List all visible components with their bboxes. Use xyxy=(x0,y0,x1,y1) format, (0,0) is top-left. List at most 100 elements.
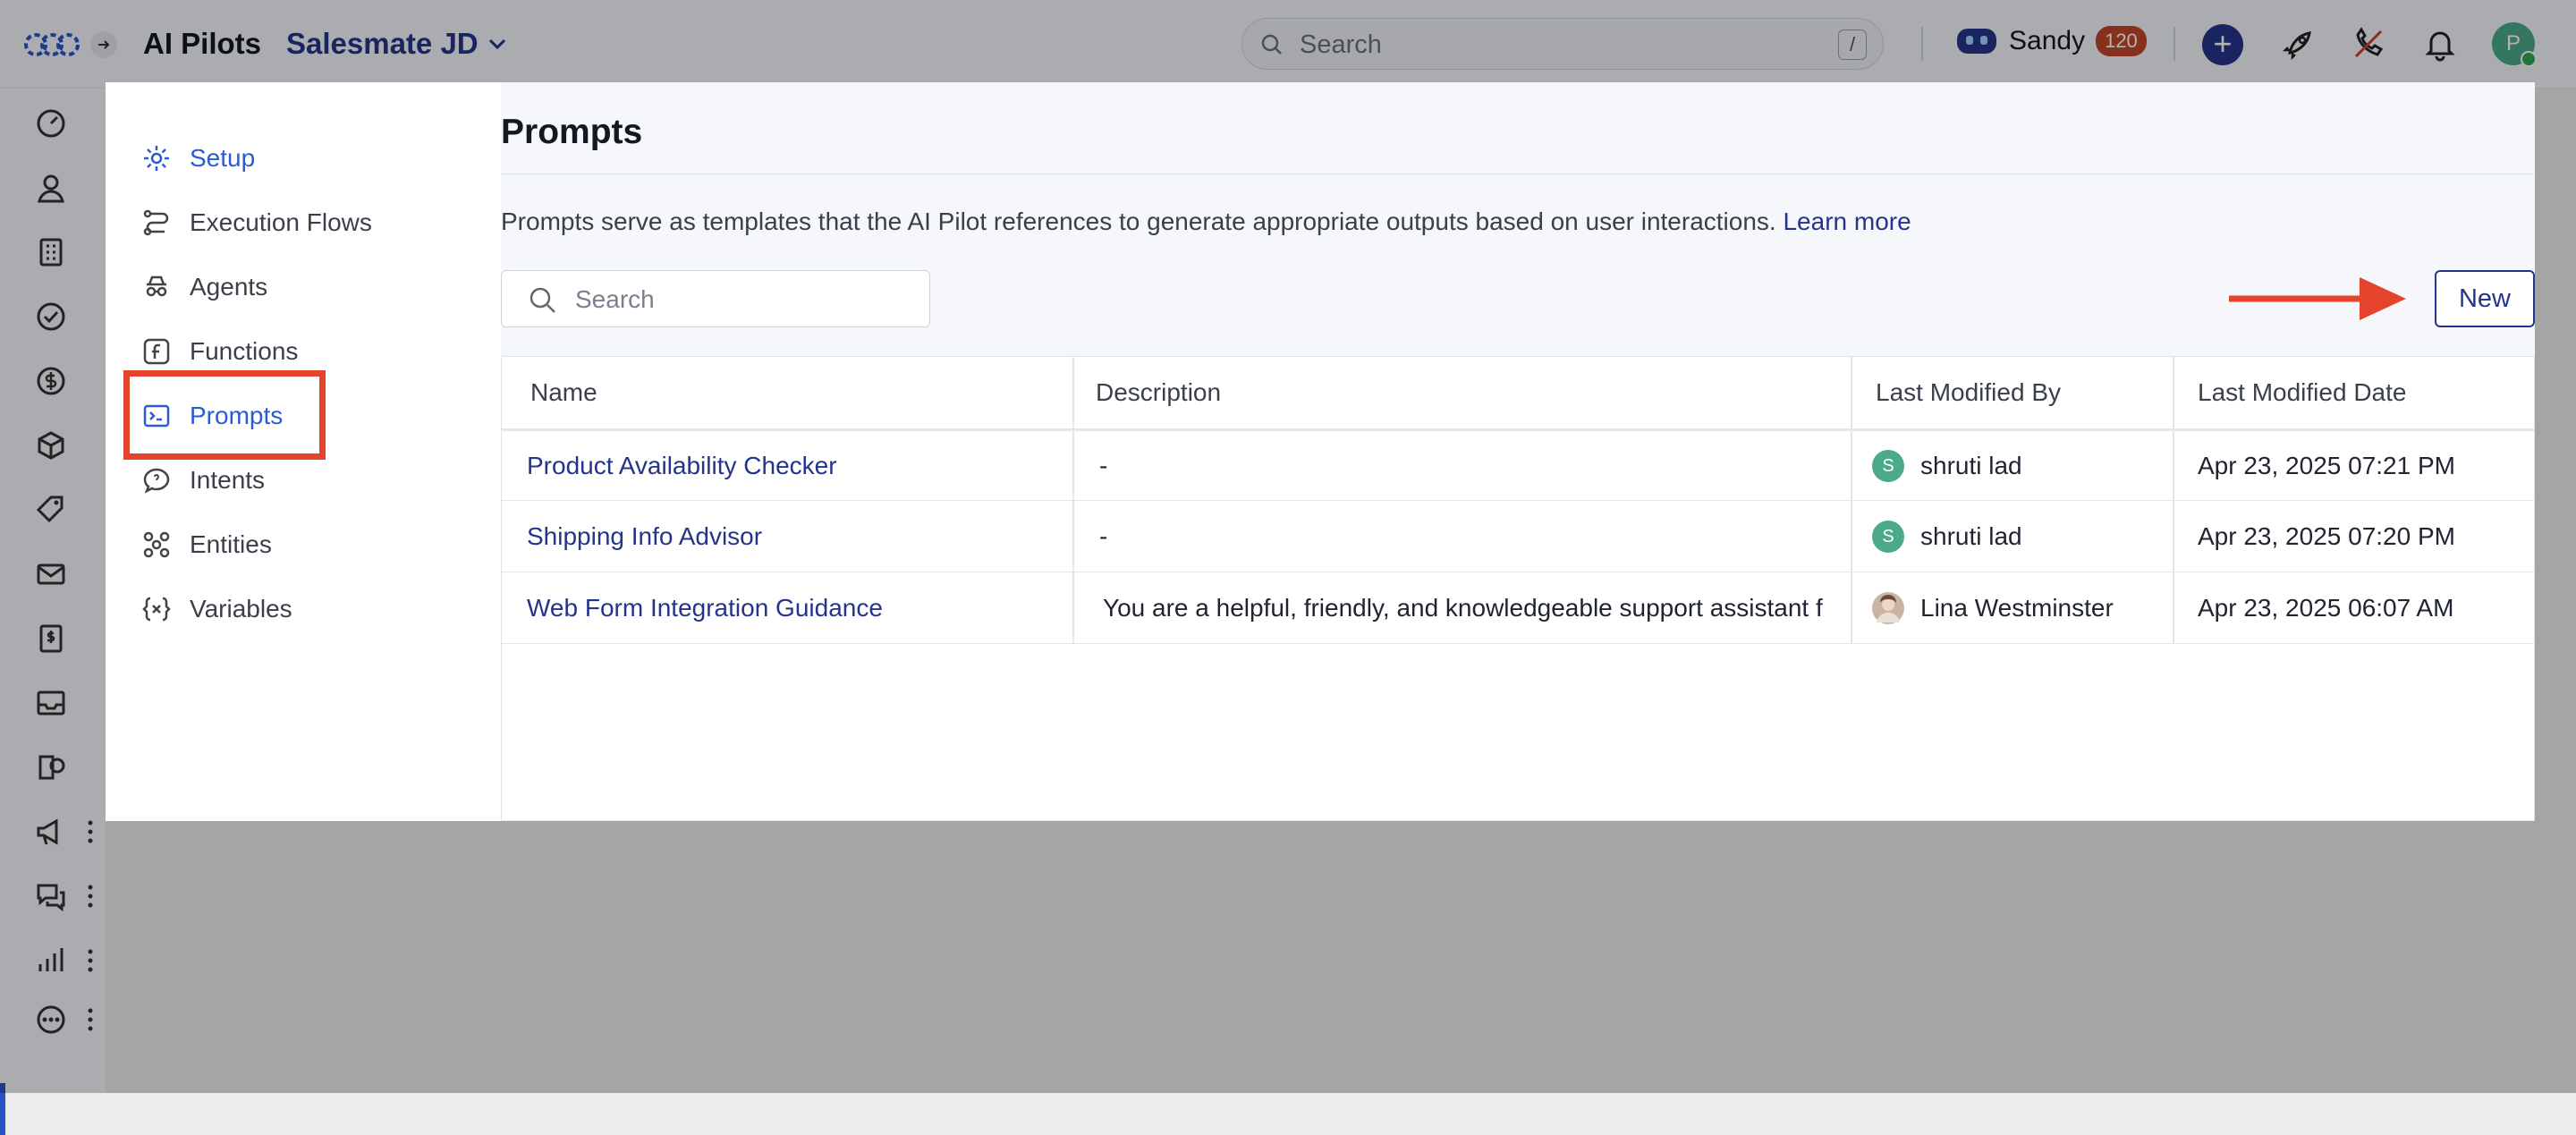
subnav-label: Entities xyxy=(190,530,272,558)
user-avatar: S xyxy=(1872,449,1904,482)
subnav-label: Intents xyxy=(190,466,266,494)
variables-icon xyxy=(142,597,171,622)
ai-pilot-subnav: Setup Execution Flows Agents Functions P… xyxy=(106,82,501,821)
mail-icon[interactable] xyxy=(32,555,70,593)
search-icon xyxy=(530,287,555,313)
nav-rail xyxy=(0,89,106,1135)
prompt-name-link[interactable]: Web Form Integration Guidance xyxy=(527,573,883,643)
prompt-description: - xyxy=(1099,451,1108,479)
new-prompt-button[interactable]: New xyxy=(2435,270,2535,327)
flow-icon xyxy=(143,209,169,236)
products-icon[interactable] xyxy=(32,427,70,464)
modal-overlay xyxy=(2535,82,2576,821)
user-chip[interactable]: Sandy 120 xyxy=(1955,25,2147,57)
active-indicator xyxy=(0,1083,5,1135)
more-vertical-icon[interactable] xyxy=(86,883,95,910)
modal-overlay xyxy=(106,821,2576,1093)
workspace-selector[interactable]: Salesmate JD xyxy=(286,27,507,61)
subnav-item-setup[interactable]: Setup xyxy=(141,140,255,177)
modified-date: Apr 23, 2025 07:21 PM xyxy=(2198,451,2455,479)
prompt-name-link[interactable]: Shipping Info Advisor xyxy=(527,502,762,572)
bot-avatar-icon xyxy=(1957,29,1996,54)
prompts-table: Name Description Last Modified By Last M… xyxy=(501,356,2535,821)
bell-icon[interactable] xyxy=(2422,26,2458,62)
divider xyxy=(1921,27,1923,61)
app-logo-icon[interactable] xyxy=(23,27,80,63)
modified-by-name: shruti lad xyxy=(1920,451,2022,479)
prompt-name-link[interactable]: Product Availability Checker xyxy=(527,431,837,500)
inbox-icon[interactable] xyxy=(32,684,70,722)
ai-pilot-panel: Setup Execution Flows Agents Functions P… xyxy=(106,82,2535,821)
column-header-name[interactable]: Name xyxy=(530,357,597,428)
invoice-icon[interactable] xyxy=(32,620,70,657)
subnav-label: Functions xyxy=(190,337,299,365)
learn-more-link[interactable]: Learn more xyxy=(1783,208,1911,235)
online-status-dot xyxy=(2521,51,2537,67)
more-vertical-icon[interactable] xyxy=(86,947,95,974)
modified-by: Lina Westminster xyxy=(1872,573,2114,643)
highlight-box xyxy=(123,370,326,460)
expand-arrow-icon[interactable] xyxy=(90,31,117,58)
contacts-icon[interactable] xyxy=(32,169,70,207)
user-badge: 120 xyxy=(2096,26,2147,56)
page-title: Prompts xyxy=(501,113,643,151)
subnav-label: Execution Flows xyxy=(190,208,372,236)
divider xyxy=(502,500,2534,501)
add-button[interactable]: + xyxy=(2202,24,2243,65)
conversations-icon[interactable] xyxy=(32,877,70,915)
subnav-item-variables[interactable]: Variables xyxy=(141,590,292,628)
prompts-search[interactable] xyxy=(501,270,930,327)
subnav-item-functions[interactable]: Functions xyxy=(141,333,298,370)
support-icon[interactable] xyxy=(32,749,70,786)
app-title: AI Pilots xyxy=(143,27,262,60)
campaign-icon[interactable] xyxy=(32,813,70,851)
modified-by-name: shruti lad xyxy=(1920,522,2022,550)
profile-avatar[interactable]: P xyxy=(2492,22,2537,67)
tasks-icon[interactable] xyxy=(32,298,70,335)
prompt-description: You are a helpful, friendly, and knowled… xyxy=(1103,594,1823,622)
column-header-description[interactable]: Description xyxy=(1096,357,1221,428)
more-vertical-icon[interactable] xyxy=(86,1006,95,1033)
more-apps-icon[interactable] xyxy=(32,1001,70,1038)
rocket-icon[interactable] xyxy=(2281,26,2317,62)
red-arrow-annotation xyxy=(2229,272,2420,326)
more-vertical-icon[interactable] xyxy=(86,818,95,845)
modified-by-name: Lina Westminster xyxy=(1920,594,2114,622)
global-search-input[interactable] xyxy=(1298,28,1802,62)
reports-icon[interactable] xyxy=(32,942,70,979)
modified-by: S shruti lad xyxy=(1872,431,2022,500)
divider xyxy=(2174,27,2175,61)
subnav-item-intents[interactable]: Intents xyxy=(141,462,265,499)
global-search[interactable]: / xyxy=(1241,18,1884,70)
modified-by: S shruti lad xyxy=(1872,502,2022,572)
prompts-search-input[interactable] xyxy=(573,284,917,316)
modified-date: Apr 23, 2025 06:07 AM xyxy=(2198,594,2454,622)
subnav-item-agents[interactable]: Agents xyxy=(141,268,267,306)
deals-icon[interactable] xyxy=(32,362,70,400)
search-shortcut-key: / xyxy=(1838,30,1867,60)
column-header-last-modified-date[interactable]: Last Modified Date xyxy=(2198,357,2406,428)
description-text: Prompts serve as templates that the AI P… xyxy=(501,208,1776,235)
subnav-label: Setup xyxy=(190,144,256,172)
chat-bubble-icon xyxy=(143,468,170,494)
phone-off-icon[interactable] xyxy=(2351,26,2386,62)
function-icon xyxy=(143,338,170,365)
subnav-item-execution-flows[interactable]: Execution Flows xyxy=(141,204,372,241)
companies-icon[interactable] xyxy=(32,233,70,271)
gear-icon xyxy=(144,146,169,171)
prompts-content: Prompts Prompts serve as templates that … xyxy=(501,82,2535,821)
entities-icon xyxy=(143,531,170,558)
subnav-item-entities[interactable]: Entities xyxy=(141,526,272,563)
user-avatar: S xyxy=(1872,521,1904,553)
profile-initial: P xyxy=(2505,31,2521,55)
chevron-down-icon xyxy=(488,38,505,50)
page-description: Prompts serve as templates that the AI P… xyxy=(501,208,1911,236)
subnav-label: Variables xyxy=(190,595,292,623)
search-icon xyxy=(1261,34,1282,55)
user-photo-avatar xyxy=(1872,592,1904,624)
top-bar: AI Pilots Salesmate JD / Sandy 120 + P xyxy=(0,0,2576,89)
modified-date: Apr 23, 2025 07:20 PM xyxy=(2198,522,2455,550)
dashboard-icon[interactable] xyxy=(32,105,70,142)
tag-icon[interactable] xyxy=(32,491,70,529)
column-header-last-modified-by[interactable]: Last Modified By xyxy=(1876,357,2061,428)
